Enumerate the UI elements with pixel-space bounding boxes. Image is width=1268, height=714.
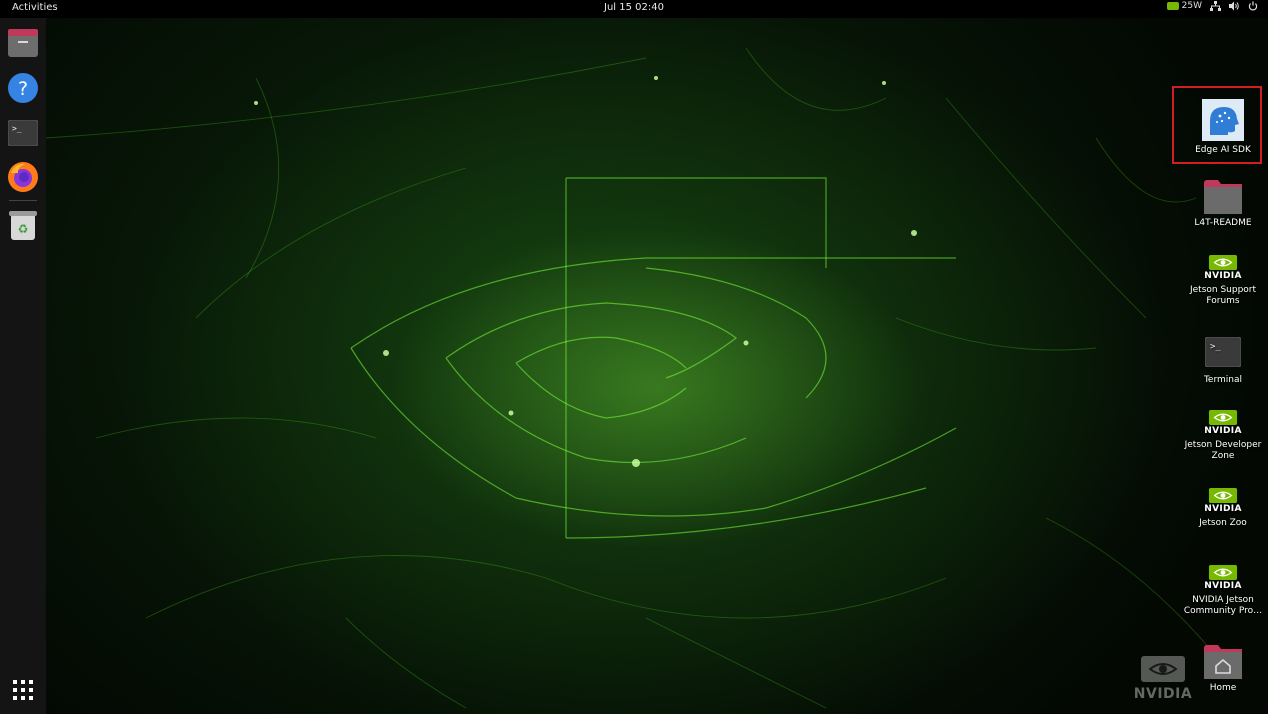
nvidia-wordmark: NVIDIA xyxy=(1204,426,1242,436)
help-icon: ? xyxy=(8,73,38,103)
terminal-icon: >_ xyxy=(8,120,38,146)
dock-item-terminal[interactable]: >_ xyxy=(6,116,40,150)
svg-text:>_: >_ xyxy=(1210,342,1221,352)
dock: ? >_ ♻ xyxy=(0,18,46,714)
dock-separator xyxy=(9,200,37,201)
dock-item-files[interactable] xyxy=(6,26,40,60)
svg-text:♻: ♻ xyxy=(18,222,29,236)
nvidia-icon: NVIDIA xyxy=(1175,488,1268,514)
files-icon xyxy=(8,29,38,57)
desktop-icon-label: Jetson Support Forums xyxy=(1189,285,1257,306)
svg-text:>_: >_ xyxy=(12,124,22,133)
firefox-icon xyxy=(8,162,38,192)
nvidia-icon: NVIDIA xyxy=(1175,565,1268,591)
nvidia-eye-icon xyxy=(1141,656,1185,682)
desktop-icon-label: Terminal xyxy=(1203,375,1243,385)
desktop-icon-jetson-zoo[interactable]: NVIDIA Jetson Zoo xyxy=(1175,488,1268,529)
desktop-icon-nvidia-jetson-community-projects[interactable]: NVIDIA NVIDIA Jetson Community Pro… xyxy=(1175,565,1268,617)
nvidia-icon xyxy=(1166,2,1179,10)
power-mode-label: 25W xyxy=(1181,1,1202,11)
app-grid-icon xyxy=(13,680,33,700)
nvidia-icon: NVIDIA xyxy=(1175,410,1268,436)
activities-button[interactable]: Activities xyxy=(12,2,58,13)
top-bar: Activities Jul 15 02:40 25W xyxy=(0,0,1268,18)
desktop-icon-label: NVIDIA Jetson Community Pro… xyxy=(1183,595,1263,616)
nvidia-wordmark: NVIDIA xyxy=(1204,504,1242,514)
desktop-icon-jetson-developer-zone[interactable]: NVIDIA Jetson Developer Zone xyxy=(1175,410,1268,462)
dock-item-help[interactable]: ? xyxy=(6,71,40,105)
desktop-icon-jetson-support-forums[interactable]: NVIDIA Jetson Support Forums xyxy=(1175,255,1268,307)
edge-ai-sdk-icon xyxy=(1175,99,1268,141)
date-time[interactable]: Jul 15 02:40 xyxy=(604,2,664,13)
terminal-icon: >_ xyxy=(1175,337,1268,367)
power-icon[interactable] xyxy=(1248,1,1258,11)
desktop-icon-label: L4T-README xyxy=(1194,218,1252,228)
desktop-wallpaper xyxy=(46,18,1268,714)
desktop-icon-label: Jetson Zoo xyxy=(1199,518,1247,528)
watermark-wordmark: NVIDIA xyxy=(1133,686,1193,702)
folder-icon xyxy=(1175,180,1268,214)
network-icon[interactable] xyxy=(1210,1,1221,11)
nvidia-icon: NVIDIA xyxy=(1175,255,1268,281)
desktop-icon-label: Edge AI SDK xyxy=(1195,145,1251,155)
svg-text:?: ? xyxy=(18,78,28,100)
desktop-icon-label: Jetson Developer Zone xyxy=(1184,440,1262,461)
desktop-icon-edge-ai-sdk[interactable]: Edge AI SDK xyxy=(1175,99,1268,156)
desktop-icon-terminal[interactable]: >_ Terminal xyxy=(1175,337,1268,386)
clock-container: Jul 15 02:40 xyxy=(0,2,1268,13)
nvidia-wordmark: NVIDIA xyxy=(1204,271,1242,281)
nvidia-watermark: NVIDIA xyxy=(1130,656,1196,702)
trash-icon: ♻ xyxy=(9,211,37,240)
nvidia-wordmark: NVIDIA xyxy=(1204,581,1242,591)
nvidia-wallpaper-art xyxy=(46,47,1227,709)
dock-item-firefox[interactable] xyxy=(6,160,40,194)
system-tray[interactable]: 25W xyxy=(1166,1,1258,11)
volume-icon[interactable] xyxy=(1229,1,1240,11)
desktop-icon-l4t-readme[interactable]: L4T-README xyxy=(1175,180,1268,229)
dock-item-trash[interactable]: ♻ xyxy=(6,208,40,242)
show-apps-button[interactable] xyxy=(6,673,40,707)
power-mode-indicator[interactable]: 25W xyxy=(1166,1,1202,11)
